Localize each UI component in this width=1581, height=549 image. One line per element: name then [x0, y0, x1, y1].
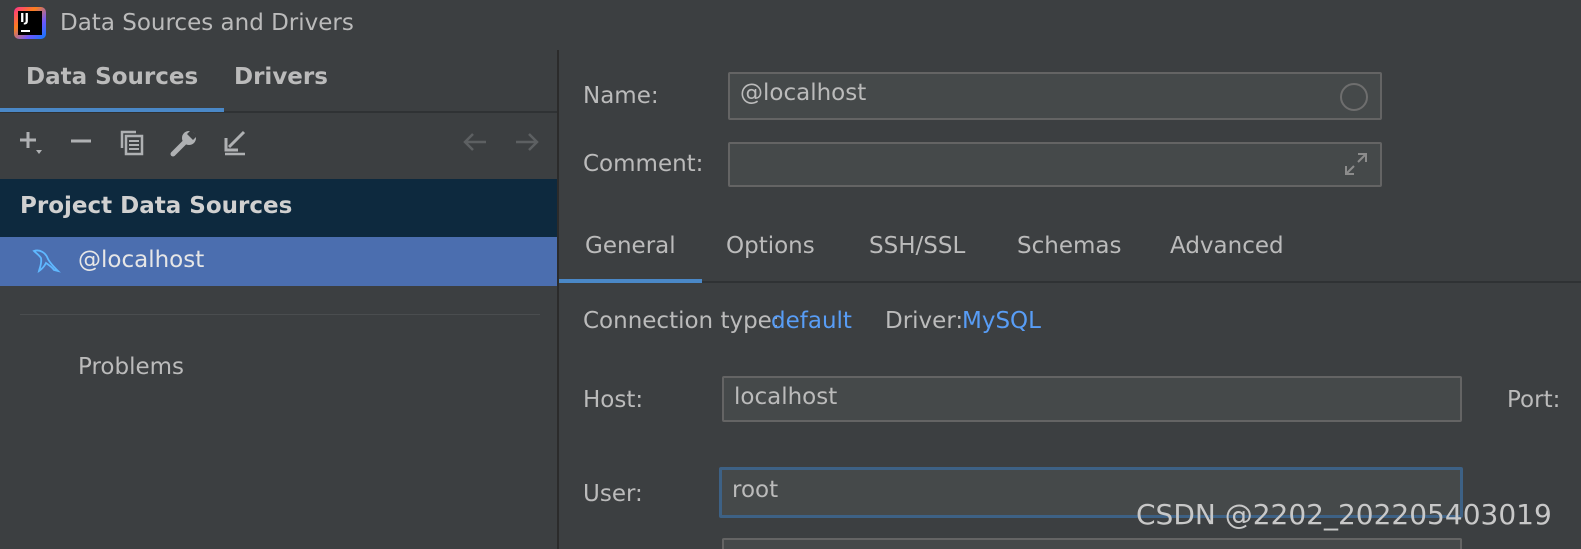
color-circle-icon[interactable]	[1340, 83, 1368, 111]
host-value: localhost	[734, 384, 838, 410]
name-input[interactable]: @localhost	[728, 72, 1382, 120]
tab-advanced[interactable]: Advanced	[1170, 233, 1284, 259]
title-bar: IJ Data Sources and Drivers	[0, 0, 1581, 50]
plus-dropdown-icon	[20, 132, 42, 154]
window-title: Data Sources and Drivers	[60, 10, 354, 36]
right-panel: Name: @localhost Comment: General Option…	[559, 50, 1581, 549]
connection-type-link[interactable]: default	[771, 308, 852, 334]
tab-options[interactable]: Options	[726, 233, 815, 259]
driver-settings-button[interactable]	[169, 128, 199, 158]
name-label: Name:	[583, 83, 659, 109]
user-label: User:	[583, 481, 643, 507]
driver-link[interactable]: MySQL	[962, 308, 1041, 334]
left-tab-bar: Data Sources Drivers	[0, 50, 557, 113]
tab-ssh-ssl[interactable]: SSH/SSL	[869, 233, 965, 259]
driver-label: Driver:	[885, 308, 964, 334]
config-tab-bar: General Options SSH/SSL Schemas Advanced	[559, 220, 1581, 283]
intellij-logo-icon: IJ	[14, 7, 46, 39]
comment-label: Comment:	[583, 151, 704, 177]
comment-input[interactable]	[728, 142, 1382, 187]
name-value: @localhost	[740, 80, 867, 106]
arrow-right-icon	[516, 133, 539, 151]
tab-data-sources[interactable]: Data Sources	[0, 64, 225, 112]
copy-icon	[120, 130, 144, 156]
data-source-item-localhost[interactable]: @localhost	[0, 237, 557, 286]
back-button[interactable]	[460, 128, 490, 158]
duplicate-button[interactable]	[117, 128, 147, 158]
tab-drivers[interactable]: Drivers	[234, 64, 328, 90]
import-button[interactable]	[220, 128, 250, 158]
connection-type-label: Connection type:	[583, 308, 780, 334]
port-label: Port:	[1507, 387, 1561, 413]
tab-schemas[interactable]: Schemas	[1017, 233, 1121, 259]
wrench-icon	[170, 130, 197, 157]
expand-icon[interactable]	[1342, 150, 1370, 178]
import-icon	[224, 130, 246, 156]
problems-item[interactable]: Problems	[78, 354, 184, 380]
host-input[interactable]: localhost	[722, 376, 1462, 422]
tab-general[interactable]: General	[559, 233, 702, 283]
user-value: root	[732, 477, 779, 503]
group-title: Project Data Sources	[20, 193, 293, 219]
data-source-label: @localhost	[78, 247, 205, 273]
remove-button[interactable]	[66, 128, 96, 158]
project-data-sources-group[interactable]: Project Data Sources	[0, 179, 557, 237]
mysql-dolphin-icon	[32, 249, 61, 274]
minus-icon	[71, 139, 91, 143]
forward-button[interactable]	[512, 128, 542, 158]
tree-separator	[20, 314, 540, 315]
host-label: Host:	[583, 387, 644, 413]
data-sources-toolbar	[0, 115, 557, 179]
password-input[interactable]	[722, 538, 1462, 549]
arrow-left-icon	[463, 133, 486, 151]
add-button[interactable]	[16, 128, 46, 158]
left-panel: Data Sources Drivers Project Data Source…	[0, 50, 557, 549]
csdn-watermark: CSDN @2202_202205403019	[1136, 498, 1552, 531]
